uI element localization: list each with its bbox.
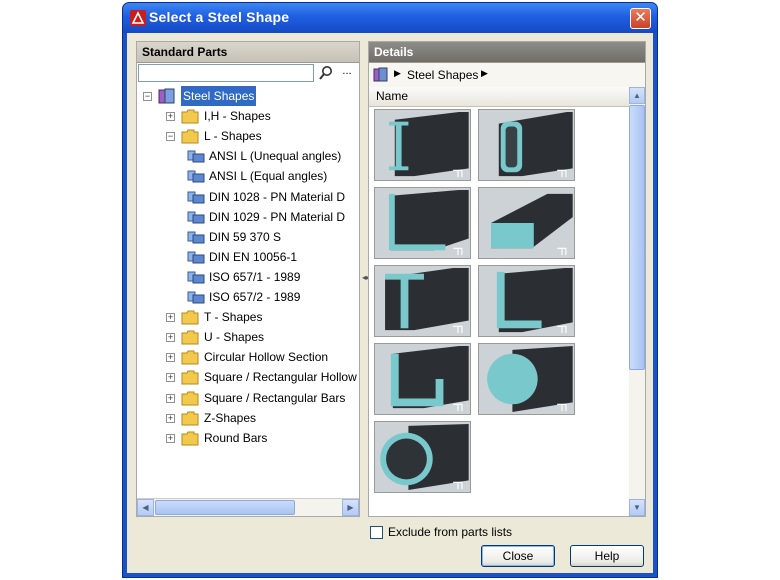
shape-tile-tee[interactable]: [374, 265, 471, 337]
expand-icon[interactable]: +: [166, 393, 175, 403]
folder-icon: [181, 390, 199, 406]
details-header: Details: [369, 42, 645, 63]
part-family-icon: [187, 289, 205, 305]
part-family-icon: [187, 249, 205, 265]
scroll-down-icon[interactable]: ▼: [629, 499, 645, 516]
shape-tile-angle-l[interactable]: [374, 187, 471, 259]
shape-tile-flat-bar[interactable]: [478, 187, 575, 259]
autocad-app-icon: [130, 10, 146, 26]
shape-thumbnail-grid: [374, 109, 624, 509]
shape-tile-channel[interactable]: [374, 343, 471, 415]
expand-icon[interactable]: +: [166, 112, 175, 122]
window-close-button[interactable]: ✕: [630, 8, 651, 29]
tree-node-label: L - Shapes: [204, 129, 262, 144]
breadcrumb-arrow-icon[interactable]: ▶: [481, 68, 488, 79]
expand-icon[interactable]: +: [166, 353, 175, 363]
library-icon: [158, 88, 176, 104]
expand-icon[interactable]: +: [166, 373, 175, 383]
tree-node-label: Z-Shapes: [204, 410, 257, 425]
collapse-icon[interactable]: −: [166, 132, 175, 142]
shape-tile-circular-hollow[interactable]: [374, 421, 471, 493]
tree-horizontal-scrollbar[interactable]: ◀ ▶: [137, 498, 359, 516]
tree-node-label: ANSI L (Unequal angles): [209, 149, 342, 164]
tree-node-label: Circular Hollow Section: [204, 350, 329, 365]
horizontal-scroll-thumb[interactable]: [155, 500, 295, 515]
close-button[interactable]: Close: [481, 545, 555, 567]
tree-node-label: ISO 657/1 - 1989: [209, 269, 301, 284]
tree-node-label: U - Shapes: [204, 330, 265, 345]
shape-tile-round-bar[interactable]: [478, 343, 575, 415]
expand-icon[interactable]: +: [166, 333, 175, 343]
breadcrumb-steel-shapes[interactable]: Steel Shapes: [407, 68, 478, 82]
scroll-up-icon[interactable]: ▲: [629, 87, 645, 104]
help-button[interactable]: Help: [570, 545, 644, 567]
browse-more-button[interactable]: ...: [337, 64, 357, 82]
scroll-left-icon[interactable]: ◀: [137, 499, 154, 516]
part-family-icon: [187, 168, 205, 184]
tree-node-label: Steel Shapes: [181, 86, 257, 106]
vertical-scroll-thumb[interactable]: [629, 105, 645, 370]
tree-node-label: Round Bars: [204, 430, 268, 445]
shape-tile-i-beam[interactable]: [374, 109, 471, 181]
scroll-right-icon[interactable]: ▶: [342, 499, 359, 516]
folder-icon: [181, 430, 199, 446]
part-family-icon: [187, 269, 205, 285]
shape-tile-rectangular-hollow[interactable]: [478, 109, 575, 181]
details-panel: Details ▶ Steel Shapes ▶ Name ▲ ▼: [368, 41, 646, 517]
dialog-window: Select a Steel Shape ✕ Standard Parts ..…: [122, 2, 658, 578]
parts-tree: − Steel Shapes + I,H - Shapes − L - Shapes ANS…: [137, 86, 359, 496]
folder-icon: [181, 410, 199, 426]
breadcrumb-arrow-icon[interactable]: ▶: [394, 68, 401, 79]
column-header-name[interactable]: Name: [369, 87, 629, 107]
collapse-icon[interactable]: −: [143, 92, 152, 101]
shape-tile-tee-alt[interactable]: [478, 265, 575, 337]
tree-node-label: I,H - Shapes: [204, 109, 271, 124]
expand-icon[interactable]: +: [166, 413, 175, 423]
part-family-icon: [187, 189, 205, 205]
breadcrumb: ▶ Steel Shapes ▶: [369, 63, 645, 88]
title-bar[interactable]: Select a Steel Shape ✕: [123, 3, 657, 33]
folder-icon: [181, 108, 199, 124]
exclude-label: Exclude from parts lists: [388, 525, 513, 539]
tree-node-label: DIN 1029 - PN Material D: [209, 209, 346, 224]
folder-icon: [181, 309, 199, 325]
part-family-icon: [187, 229, 205, 245]
part-family-icon: [187, 148, 205, 164]
folder-icon: [181, 369, 199, 385]
window-title: Select a Steel Shape: [149, 9, 290, 25]
tree-node-label: DIN 1028 - PN Material D: [209, 189, 346, 204]
exclude-checkbox[interactable]: [370, 526, 383, 539]
folder-icon: [181, 128, 199, 144]
library-icon: [373, 67, 388, 82]
standard-parts-panel: Standard Parts ... − Steel Shapes + I,H - S…: [136, 41, 360, 517]
expand-icon[interactable]: +: [166, 433, 175, 443]
tree-node-label: Square / Rectangular Bars: [204, 390, 346, 405]
tree-node-label: ANSI L (Equal angles): [209, 169, 328, 184]
tree-node-label: T - Shapes: [204, 310, 263, 325]
tree-node-label: ISO 657/2 - 1989: [209, 290, 301, 304]
dialog-client: Standard Parts ... − Steel Shapes + I,H - S…: [127, 33, 653, 573]
tree-node-label: Square / Rectangular Hollow S: [204, 370, 359, 385]
tree-node-label: DIN EN 10056-1: [209, 249, 298, 264]
part-family-icon: [187, 209, 205, 225]
folder-icon: [181, 329, 199, 345]
search-input[interactable]: [138, 64, 314, 82]
details-vertical-scrollbar[interactable]: ▲ ▼: [629, 87, 645, 516]
folder-icon: [181, 349, 199, 365]
expand-icon[interactable]: +: [166, 313, 175, 323]
standard-parts-header: Standard Parts: [137, 42, 359, 63]
tree-node-label: DIN 59 370 S: [209, 229, 282, 244]
search-icon[interactable]: [317, 64, 335, 82]
